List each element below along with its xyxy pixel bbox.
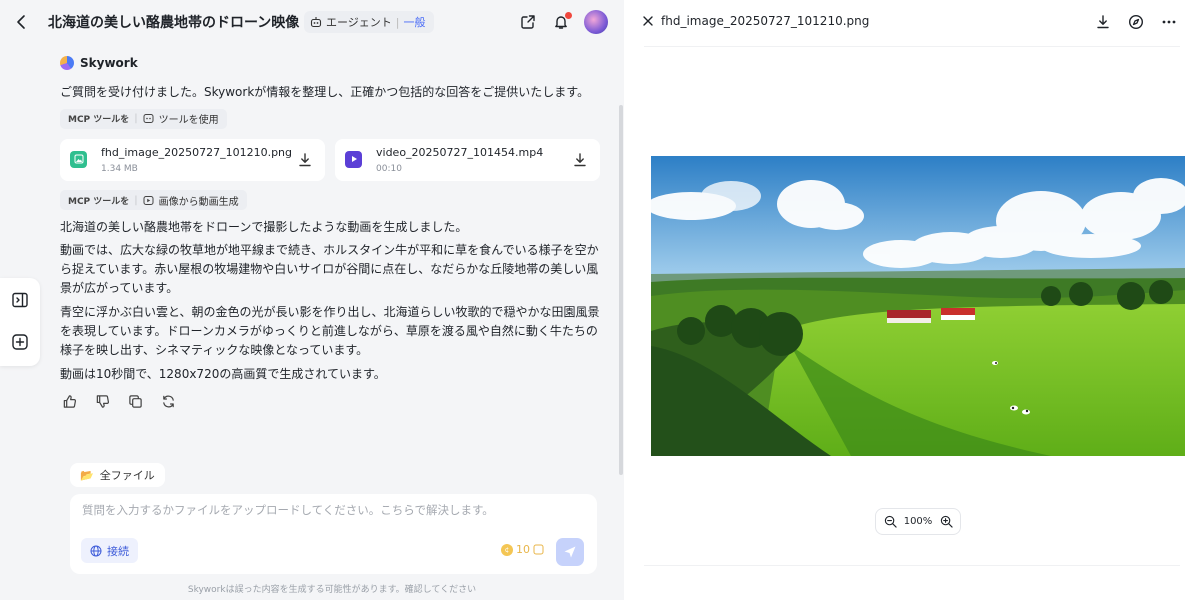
copy-icon[interactable]: [126, 392, 144, 410]
regenerate-icon[interactable]: [159, 392, 177, 410]
more-options-icon[interactable]: [1159, 12, 1179, 32]
download-icon[interactable]: [297, 152, 313, 168]
new-chat-icon[interactable]: [10, 332, 30, 352]
video-file-icon: [345, 150, 362, 168]
image-to-video-tool-chip[interactable]: MCP ツールを | 画像から動画生成: [60, 190, 247, 210]
coin-icon: ¢: [501, 543, 513, 556]
tool-icon: [143, 114, 154, 123]
folder-icon: 📂: [80, 468, 94, 482]
file-attachments: fhd_image_20250727_101210.png 1.34 MB vi…: [60, 138, 605, 181]
divider: [644, 565, 1180, 566]
assistant-name: Skywork: [80, 56, 138, 70]
response-paragraph: 動画は10秒間で、1280x720の高画質で生成されています。: [60, 367, 386, 381]
download-icon[interactable]: [572, 152, 588, 168]
all-files-label: 全ファイル: [99, 469, 155, 482]
divider: [644, 46, 1180, 47]
connect-label: 接続: [107, 544, 129, 558]
send-icon: [564, 546, 576, 558]
send-button[interactable]: [556, 538, 584, 566]
tool-label: 画像から動画生成: [158, 196, 239, 208]
response-paragraph: 北海道の美しい酪農地帯をドローンで撮影したような動画を生成しました。: [60, 220, 468, 234]
credit-info-icon: [533, 544, 544, 555]
image-to-video-icon: [143, 195, 154, 205]
file-name: fhd_image_20250727_101210.png: [101, 145, 293, 159]
message-composer: 接続 ¢ 10: [70, 494, 597, 574]
globe-icon: [90, 545, 102, 556]
divider: |: [134, 113, 138, 124]
credit-amount: 10: [516, 543, 530, 556]
file-card-video[interactable]: video_20250727_101454.mp4 00:10: [335, 138, 600, 181]
file-card-image[interactable]: fhd_image_20250727_101210.png 1.34 MB: [60, 138, 325, 181]
notification-badge: [564, 11, 573, 20]
dairy-farm-landscape-image: [651, 156, 1185, 456]
credit-cost: ¢ 10: [501, 543, 544, 556]
top-bar: 北海道の美しい酪農地帯のドローン映像 エージェント | 一般: [0, 0, 624, 44]
download-icon[interactable]: [1093, 12, 1113, 32]
agent-mode-chip[interactable]: エージェント | 一般: [304, 11, 434, 33]
response-paragraph: 青空に浮かぶ白い雲と、朝の金色の光が長い影を作り出し、北海道らしい牧歌的で穏やか…: [60, 305, 600, 357]
disclaimer-text: Skyworkは誤った内容を生成する可能性があります。確認してください: [187, 585, 477, 595]
user-avatar[interactable]: [584, 10, 608, 34]
thumbs-down-icon[interactable]: [93, 392, 111, 410]
image-preview: [651, 156, 1185, 456]
all-files-button[interactable]: 📂 全ファイル: [70, 463, 165, 487]
chat-pane: 北海道の美しい酪農地帯のドローン映像 エージェント | 一般 Skywork ご…: [0, 0, 624, 600]
robot-icon: [310, 17, 322, 28]
agent-mode-label: 一般: [403, 16, 426, 29]
zoom-in-icon[interactable]: [939, 515, 953, 529]
image-file-icon: [70, 150, 87, 168]
file-name: video_20250727_101454.mp4: [376, 145, 544, 159]
page-title: 北海道の美しい酪農地帯のドローン映像: [48, 15, 300, 31]
share-icon[interactable]: [518, 12, 538, 32]
video-duration: 00:10: [376, 163, 402, 174]
file-size: 1.34 MB: [101, 163, 138, 174]
expand-panel-icon[interactable]: [10, 290, 30, 310]
preview-filename: fhd_image_20250727_101210.png: [661, 14, 870, 28]
message-input[interactable]: [82, 502, 582, 526]
zoom-out-icon[interactable]: [883, 515, 897, 529]
message-actions: [60, 392, 605, 410]
divider: |: [395, 15, 400, 29]
mcp-label: MCP ツールを: [68, 115, 130, 125]
close-icon[interactable]: [640, 13, 656, 29]
agent-label: エージェント: [326, 16, 392, 29]
chat-scrollbar[interactable]: [619, 105, 623, 475]
tool-label: ツールを使用: [158, 115, 219, 126]
connect-button[interactable]: 接続: [81, 538, 138, 563]
assistant-header: Skywork: [60, 52, 605, 74]
notification-bell-icon[interactable]: [551, 11, 573, 32]
tool-use-chip[interactable]: MCP ツールを | ツールを使用: [60, 108, 227, 129]
zoom-level: 100%: [903, 516, 933, 527]
side-toolbar: [0, 278, 40, 366]
mcp-label: MCP ツールを: [68, 196, 130, 207]
intro-text: ご質問を受け付けました。Skyworkが情報を整理し、正確かつ包括的な回答をご提…: [60, 85, 590, 99]
compass-icon[interactable]: [1126, 12, 1146, 32]
assistant-message: Skywork ご質問を受け付けました。Skyworkが情報を整理し、正確かつ包…: [60, 52, 605, 410]
response-paragraph: 動画では、広大な緑の牧草地が地平線まで続き、ホルスタイン牛が平和に草を食んでいる…: [60, 243, 599, 295]
divider: |: [134, 194, 138, 206]
thumbs-up-icon[interactable]: [60, 392, 78, 410]
skywork-logo-icon: [60, 56, 74, 70]
preview-pane: fhd_image_20250727_101210.png 100%: [624, 0, 1200, 600]
back-arrow-icon[interactable]: [12, 12, 32, 32]
zoom-control: 100%: [875, 508, 961, 535]
